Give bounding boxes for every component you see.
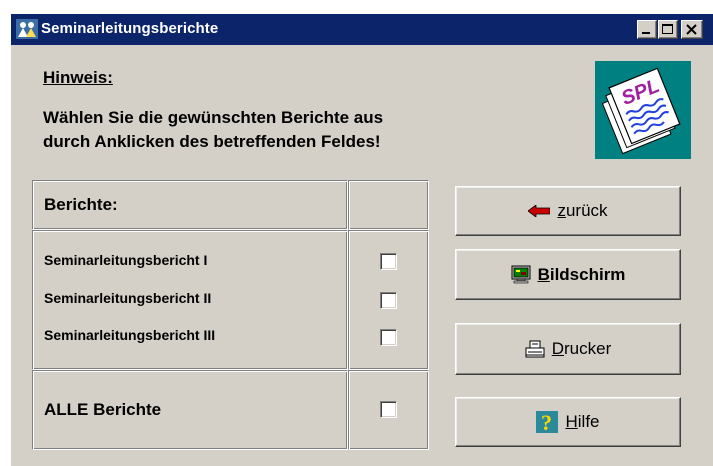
app-icon [16, 19, 38, 39]
hint-text: Wählen Sie die gewünschten Berichte aus … [43, 106, 563, 154]
hint-title: Hinweis: [43, 68, 113, 87]
report-window: Seminarleitungsberichte Hinweis: Wählen … [10, 14, 713, 466]
screen-button[interactable]: Bildschirm [455, 249, 681, 300]
report-checkbox-3[interactable] [380, 329, 397, 346]
spl-logo: SPL [595, 61, 691, 159]
close-icon [686, 24, 697, 35]
screen-button-mnemonic: B [537, 264, 550, 284]
question-icon: ? [536, 410, 559, 435]
minimize-icon [642, 32, 650, 34]
all-reports-check-cell [348, 370, 429, 450]
back-button-mnemonic: z [557, 201, 566, 220]
maximize-button[interactable] [658, 20, 678, 39]
svg-text:?: ? [541, 411, 552, 433]
reports-header-cell: Berichte: [32, 180, 348, 230]
monitor-icon [511, 265, 531, 284]
arrow-left-icon [527, 204, 551, 218]
printer-button-label: rucker [564, 339, 612, 358]
back-button-label: urück [565, 201, 608, 220]
report-label-2: Seminarleitungsbericht II [44, 290, 212, 306]
back-button[interactable]: z urück [455, 186, 681, 236]
report-checkbox-1[interactable] [380, 253, 397, 270]
maximize-icon [662, 24, 673, 34]
all-reports-checkbox[interactable] [380, 401, 397, 418]
title-bar[interactable]: Seminarleitungsberichte [11, 14, 713, 45]
minimize-button[interactable] [637, 20, 657, 39]
all-reports-label: ALLE Berichte [44, 400, 162, 419]
printer-icon [525, 340, 545, 358]
reports-header-check-cell [348, 180, 429, 230]
reports-header: Berichte: [44, 195, 118, 214]
help-button-mnemonic: H [565, 412, 578, 431]
hint-line-2: durch Anklicken des betreffenden Feldes! [43, 132, 381, 151]
printer-button[interactable]: Drucker [455, 323, 681, 375]
all-reports-cell: ALLE Berichte [32, 370, 348, 450]
report-checkbox-2[interactable] [380, 292, 397, 309]
report-label-3: Seminarleitungsbericht III [44, 327, 216, 343]
close-button[interactable] [681, 20, 703, 39]
printer-button-mnemonic: D [551, 339, 565, 358]
hint-line-1: Wählen Sie die gewünschten Berichte aus [43, 108, 384, 127]
screen-button-label: ildschirm [549, 264, 626, 284]
window-title: Seminarleitungsberichte [41, 20, 219, 37]
reports-check-column [348, 230, 429, 370]
report-label-1: Seminarleitungsbericht I [44, 252, 208, 268]
reports-list: Seminarleitungsbericht I Seminarleitungs… [32, 230, 348, 370]
help-button-label: ilfe [577, 412, 600, 431]
help-button[interactable]: ? Hilfe [455, 397, 681, 447]
